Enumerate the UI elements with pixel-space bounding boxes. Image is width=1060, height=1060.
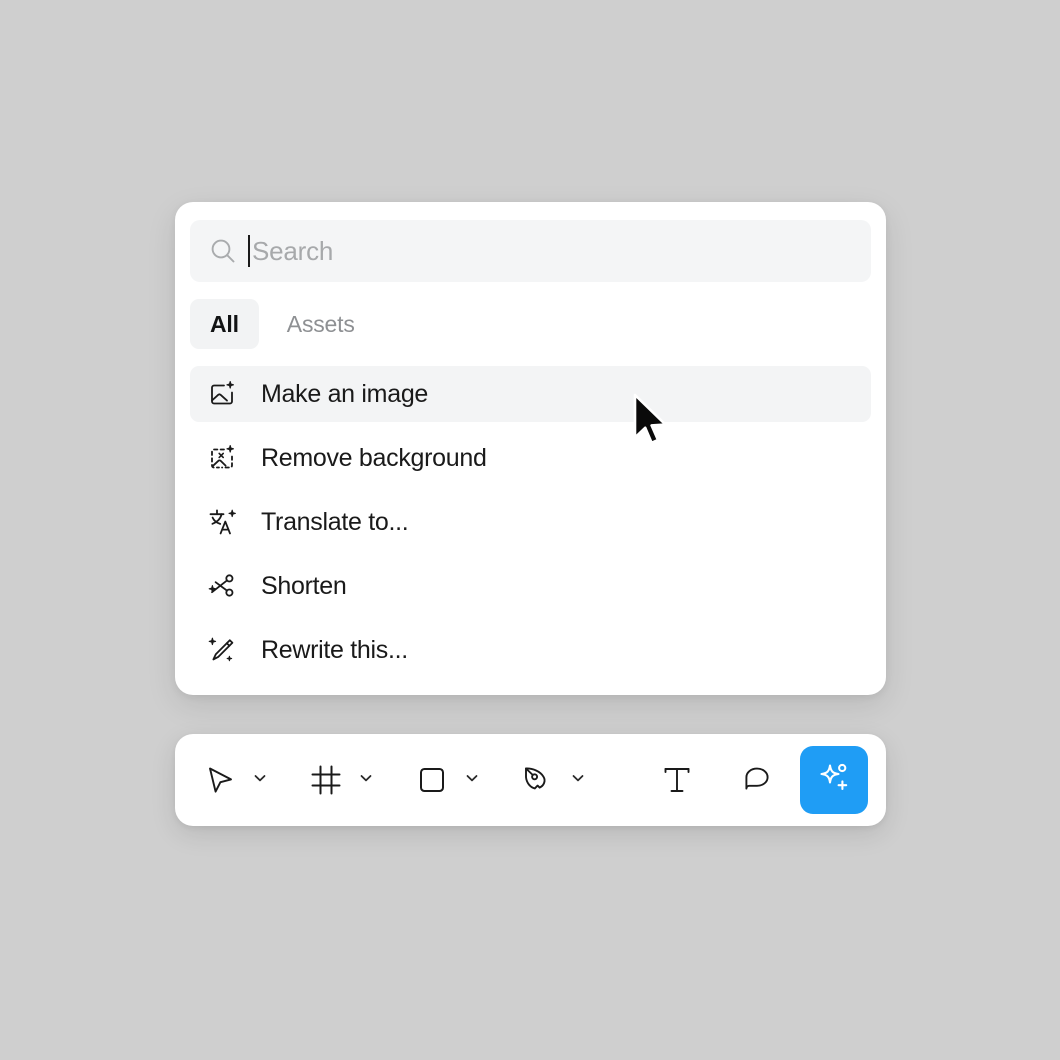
search-icon xyxy=(208,236,238,266)
pen-tool[interactable] xyxy=(511,753,565,807)
tab-all-label: All xyxy=(210,310,239,337)
tab-assets-label: Assets xyxy=(286,310,355,337)
list-item-rewrite-this[interactable]: Rewrite this... xyxy=(190,622,871,678)
search-input-field[interactable]: Search xyxy=(248,231,853,271)
shape-tool-dropdown[interactable] xyxy=(459,753,485,807)
pen-tool-group xyxy=(511,753,591,807)
scissors-sparkle-icon xyxy=(207,571,237,601)
chevron-down-icon xyxy=(570,770,586,791)
sparkle-plus-icon xyxy=(815,759,853,802)
image-sparkle-icon xyxy=(207,379,237,409)
move-tool-dropdown[interactable] xyxy=(247,753,273,807)
frame-icon xyxy=(309,763,343,797)
ai-actions-button[interactable] xyxy=(800,746,868,814)
image-remove-bg-icon xyxy=(207,443,237,473)
list-item-label: Translate to... xyxy=(261,507,409,536)
pen-nib-icon xyxy=(521,763,555,797)
frame-tool[interactable] xyxy=(299,753,353,807)
square-icon xyxy=(415,763,449,797)
chevron-down-icon xyxy=(358,770,374,791)
list-item-label: Remove background xyxy=(261,443,487,472)
search-placeholder: Search xyxy=(252,236,334,266)
list-item-label: Shorten xyxy=(261,571,347,600)
list-item-label: Rewrite this... xyxy=(261,635,408,664)
shape-tool-group xyxy=(405,753,485,807)
shape-tool[interactable] xyxy=(405,753,459,807)
list-item-translate-to[interactable]: Translate to... xyxy=(190,494,871,550)
comment-tool[interactable] xyxy=(730,753,784,807)
list-item-make-an-image[interactable]: Make an image xyxy=(190,366,871,422)
tab-all[interactable]: All xyxy=(190,299,259,349)
text-t-icon xyxy=(660,763,694,797)
bottom-toolbar xyxy=(175,734,886,826)
search-bar[interactable]: Search xyxy=(190,220,871,282)
comment-bubble-icon xyxy=(740,763,774,797)
list-item-label: Make an image xyxy=(261,379,429,408)
translate-sparkle-icon xyxy=(207,507,237,537)
command-list: Make an image Remove background Translat… xyxy=(190,366,871,686)
cursor-arrow-icon xyxy=(203,763,237,797)
text-tool[interactable] xyxy=(650,753,704,807)
frame-tool-dropdown[interactable] xyxy=(353,753,379,807)
move-tool-group xyxy=(193,753,273,807)
frame-tool-group xyxy=(299,753,379,807)
canvas-background: Search All Assets Make an image Remove b… xyxy=(0,0,1060,1060)
magic-wand-icon xyxy=(207,635,237,665)
command-palette: Search All Assets Make an image Remove b… xyxy=(175,202,886,695)
chevron-down-icon xyxy=(464,770,480,791)
move-tool[interactable] xyxy=(193,753,247,807)
palette-tabs: All Assets xyxy=(190,299,375,349)
list-item-remove-background[interactable]: Remove background xyxy=(190,430,871,486)
tab-assets[interactable]: Assets xyxy=(267,299,375,349)
chevron-down-icon xyxy=(252,770,268,791)
list-item-shorten[interactable]: Shorten xyxy=(190,558,871,614)
pen-tool-dropdown[interactable] xyxy=(565,753,591,807)
